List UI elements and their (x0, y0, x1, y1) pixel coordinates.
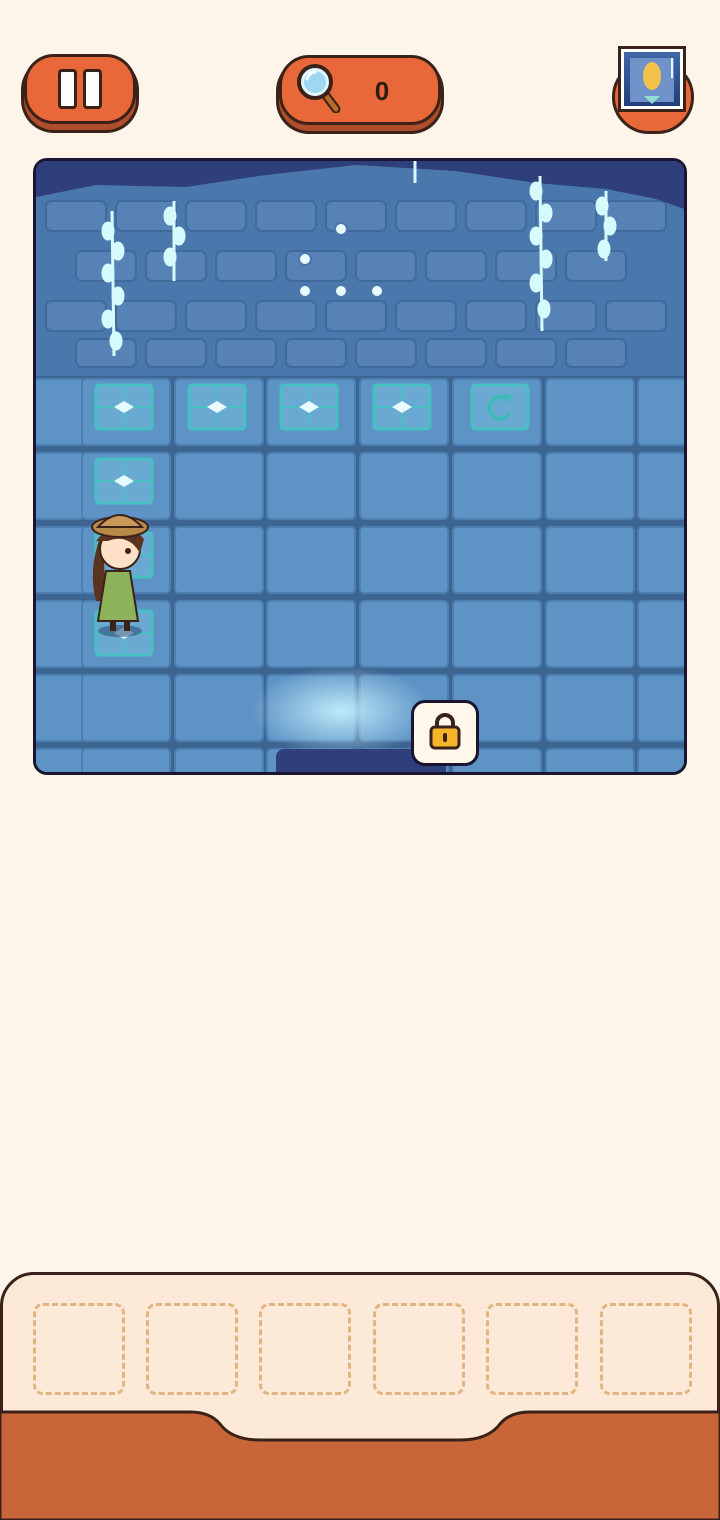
floor-tile (545, 600, 635, 668)
game-scene[interactable] (33, 158, 687, 775)
inventory-slot[interactable] (259, 1303, 351, 1395)
inventory-slot[interactable] (33, 1303, 125, 1395)
floor-tile (36, 378, 85, 446)
floor-tile (174, 748, 264, 772)
floor-tile (359, 526, 449, 594)
floor-tile (637, 674, 684, 742)
floor-tile (545, 526, 635, 594)
floor-tile (36, 674, 85, 742)
inventory-slot[interactable] (373, 1303, 465, 1395)
floor-tile (545, 674, 635, 742)
floor-tile (266, 600, 356, 668)
floor-tile (36, 600, 85, 668)
floor-tile (637, 526, 684, 594)
floor-tile (545, 452, 635, 520)
photo-thumbnail-button[interactable] (618, 46, 686, 112)
floor-tile (637, 378, 684, 446)
pressure-plate[interactable] (94, 383, 154, 431)
inventory-slot[interactable] (600, 1303, 692, 1395)
photo-thumbnail (624, 52, 680, 106)
floor-tile (637, 600, 684, 668)
floor-tile (174, 674, 264, 742)
floor-tile (174, 600, 264, 668)
magnifier-icon (296, 63, 342, 118)
floor-tile (36, 452, 85, 520)
floor-tile (81, 748, 171, 772)
pause-icon (55, 69, 105, 109)
pause-button[interactable] (24, 54, 136, 124)
floor-tile (545, 378, 635, 446)
hint-count: 0 (374, 75, 390, 106)
pressure-plate[interactable] (372, 383, 432, 431)
floor-glow (251, 666, 431, 756)
padlock-icon (428, 712, 462, 755)
pressure-plate[interactable] (279, 383, 339, 431)
floor-tile (452, 600, 542, 668)
floor-tile (174, 452, 264, 520)
inventory-slot[interactable] (486, 1303, 578, 1395)
floor-tile (452, 452, 542, 520)
floor-tile (81, 674, 171, 742)
floor-tile (637, 452, 684, 520)
floor-tile (637, 748, 684, 772)
scene-artwork (36, 161, 684, 772)
locked-area-badge[interactable] (411, 700, 479, 766)
hint-button[interactable]: 0 (279, 55, 441, 125)
floor-tile (359, 452, 449, 520)
floor-tile (359, 600, 449, 668)
floor-tile (266, 526, 356, 594)
inventory-base (0, 1410, 720, 1520)
rotate-tile[interactable] (470, 383, 530, 431)
floor-tile (36, 526, 85, 594)
pressure-plate[interactable] (187, 383, 247, 431)
floor-tile (36, 748, 85, 772)
floor-tile (545, 748, 635, 772)
pressure-plate[interactable] (94, 457, 154, 505)
floor-tile (266, 452, 356, 520)
floor-tile (452, 526, 542, 594)
floor-tile (174, 526, 264, 594)
inventory-slot[interactable] (146, 1303, 238, 1395)
